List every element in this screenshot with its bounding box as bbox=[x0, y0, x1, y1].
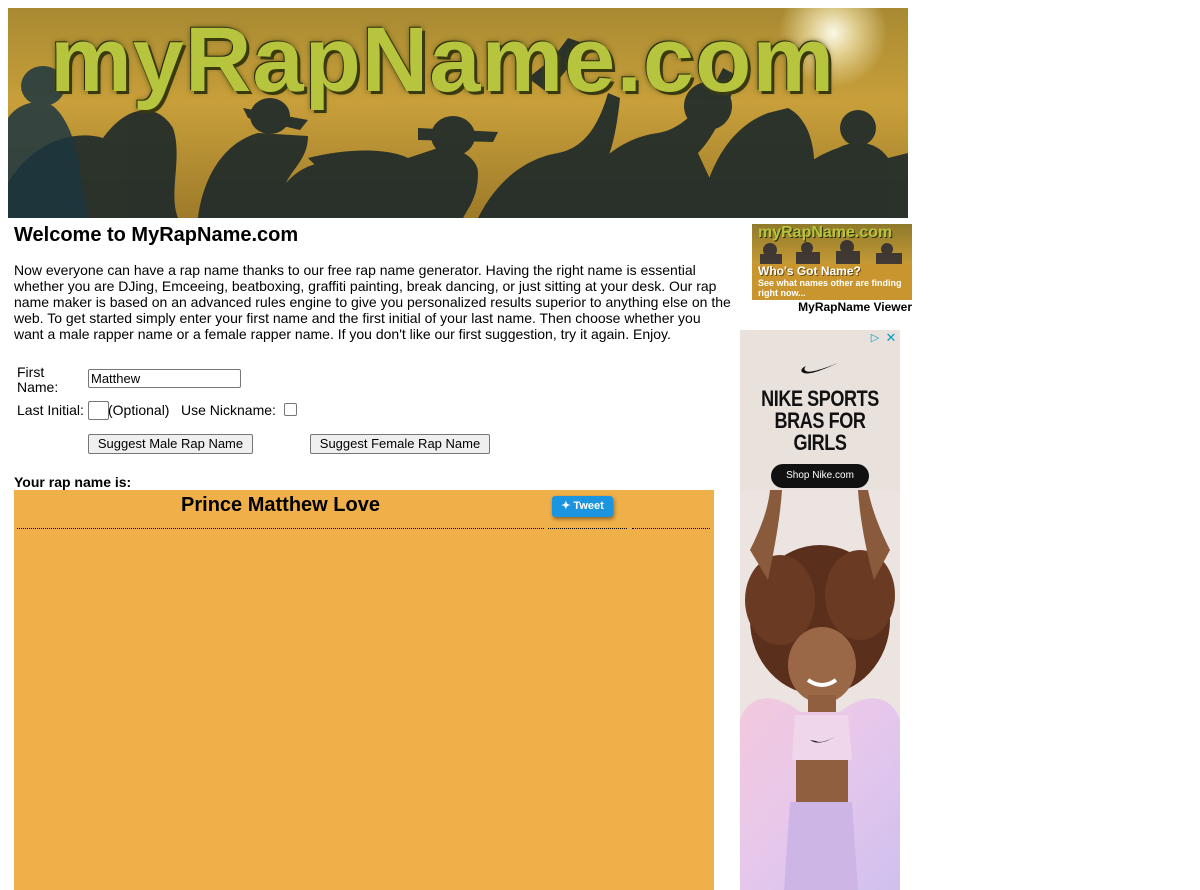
ad-shop-button[interactable]: Shop Nike.com bbox=[771, 464, 869, 488]
optional-label: (Optional) bbox=[108, 402, 170, 418]
ad-photo-image bbox=[740, 490, 900, 890]
rap-name-result: Prince Matthew Love bbox=[181, 494, 380, 516]
header-banner: myRapName.com bbox=[8, 8, 908, 218]
rap-name-cell: Prince Matthew Love bbox=[17, 492, 544, 529]
viewer-headline: Who's Got Name? bbox=[758, 264, 861, 278]
empty-share-cell bbox=[632, 492, 710, 529]
suggest-male-button[interactable]: Suggest Male Rap Name bbox=[88, 434, 253, 454]
viewer-caption-link[interactable]: MyRapName Viewer bbox=[752, 300, 912, 314]
tweet-cell: ✦ Tweet bbox=[548, 492, 627, 529]
nickname-checkbox[interactable] bbox=[284, 403, 297, 416]
ad-headline-line: GIRLS bbox=[793, 430, 847, 455]
suggest-female-button[interactable]: Suggest Female Rap Name bbox=[310, 434, 490, 454]
tweet-label: Tweet bbox=[573, 500, 604, 512]
close-ad-icon[interactable]: ✕ bbox=[884, 331, 898, 345]
result-label: Your rap name is: bbox=[14, 474, 132, 490]
ad-headline: NIKE SPORTS BRAS FOR GIRLS bbox=[754, 388, 885, 454]
tweet-button[interactable]: ✦ Tweet bbox=[552, 496, 613, 517]
last-initial-input[interactable] bbox=[88, 401, 109, 420]
ad-headline-line: BRAS FOR bbox=[774, 408, 866, 433]
first-name-input[interactable] bbox=[88, 369, 241, 388]
main-content: Welcome to MyRapName.com Now everyone ca… bbox=[14, 222, 734, 890]
viewer-logo: myRapName.com bbox=[758, 224, 893, 241]
nike-swoosh-icon bbox=[801, 363, 838, 374]
last-initial-label: Last Initial: bbox=[17, 402, 84, 418]
site-logo[interactable]: myRapName.com bbox=[50, 14, 835, 106]
page-title: Welcome to MyRapName.com bbox=[14, 224, 299, 246]
intro-paragraph: Now everyone can have a rap name thanks … bbox=[14, 262, 731, 342]
viewer-subline: See what names other are finding right n… bbox=[758, 278, 902, 298]
rap-name-form: First Name: Last Initial: (Optional) Use… bbox=[17, 362, 577, 462]
ad-headline-line: NIKE SPORTS bbox=[761, 386, 879, 411]
nickname-label: Use Nickname: bbox=[181, 402, 276, 418]
twitter-bird-icon: ✦ bbox=[561, 500, 571, 512]
viewer-thumbnail[interactable]: myRapName.com Who's Got Name? See what n… bbox=[752, 224, 912, 300]
first-name-label: First Name: bbox=[17, 364, 59, 395]
adchoices-icon[interactable]: ▷ bbox=[868, 332, 882, 345]
nike-ad[interactable]: ▷ ✕ NIKE SPORTS BRAS FOR GIRLS Shop Nike… bbox=[740, 330, 900, 890]
result-panel: Prince Matthew Love ✦ Tweet bbox=[14, 490, 714, 890]
